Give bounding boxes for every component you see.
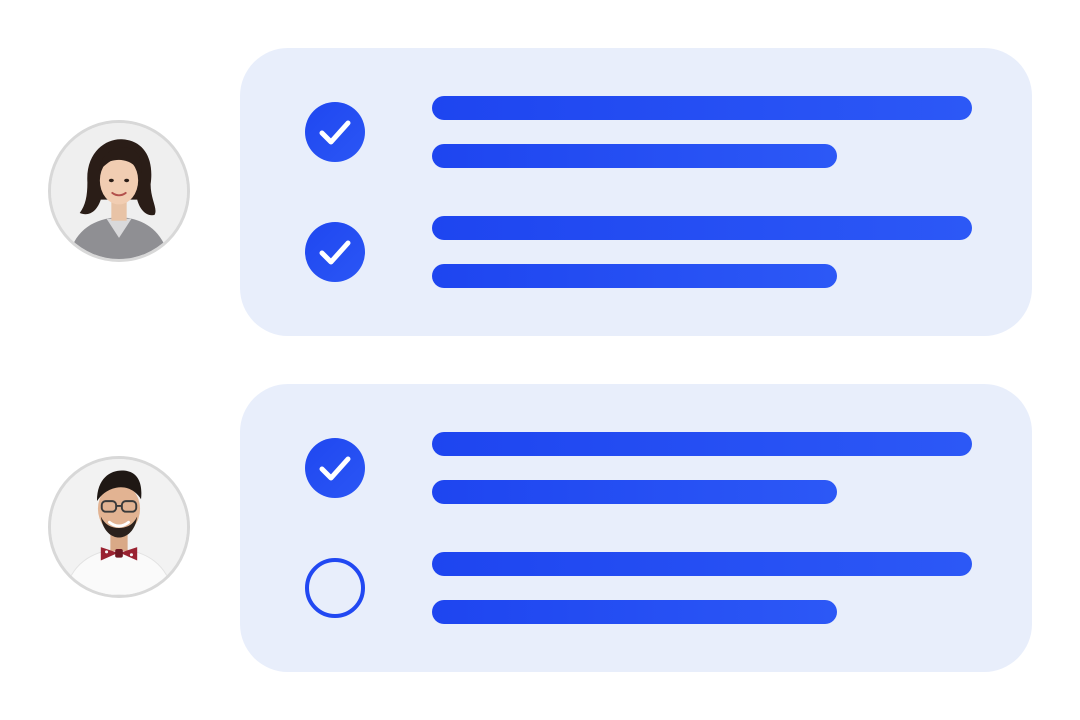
task-checkbox-checked[interactable] xyxy=(305,438,365,498)
woman-portrait-icon xyxy=(51,123,187,259)
task-title-placeholder-bar xyxy=(432,432,972,456)
avatar-man xyxy=(48,456,190,598)
task-item xyxy=(240,216,1032,288)
task-title-placeholder-bar xyxy=(432,552,972,576)
task-illustration xyxy=(0,0,1080,720)
task-item xyxy=(240,96,1032,168)
task-item xyxy=(240,552,1032,624)
task-checkbox-checked[interactable] xyxy=(305,222,365,282)
man-portrait-icon xyxy=(51,459,187,595)
task-item xyxy=(240,432,1032,504)
task-card-2 xyxy=(240,384,1032,672)
task-subtitle-placeholder-bar xyxy=(432,264,837,288)
check-icon xyxy=(319,456,351,481)
task-subtitle-placeholder-bar xyxy=(432,600,837,624)
task-subtitle-placeholder-bar xyxy=(432,480,837,504)
check-icon xyxy=(319,120,351,145)
task-checkbox-checked[interactable] xyxy=(305,102,365,162)
task-title-placeholder-bar xyxy=(432,216,972,240)
task-title-placeholder-bar xyxy=(432,96,972,120)
task-card-1 xyxy=(240,48,1032,336)
check-icon xyxy=(319,240,351,265)
avatar-woman xyxy=(48,120,190,262)
task-checkbox-unchecked[interactable] xyxy=(305,558,365,618)
task-subtitle-placeholder-bar xyxy=(432,144,837,168)
